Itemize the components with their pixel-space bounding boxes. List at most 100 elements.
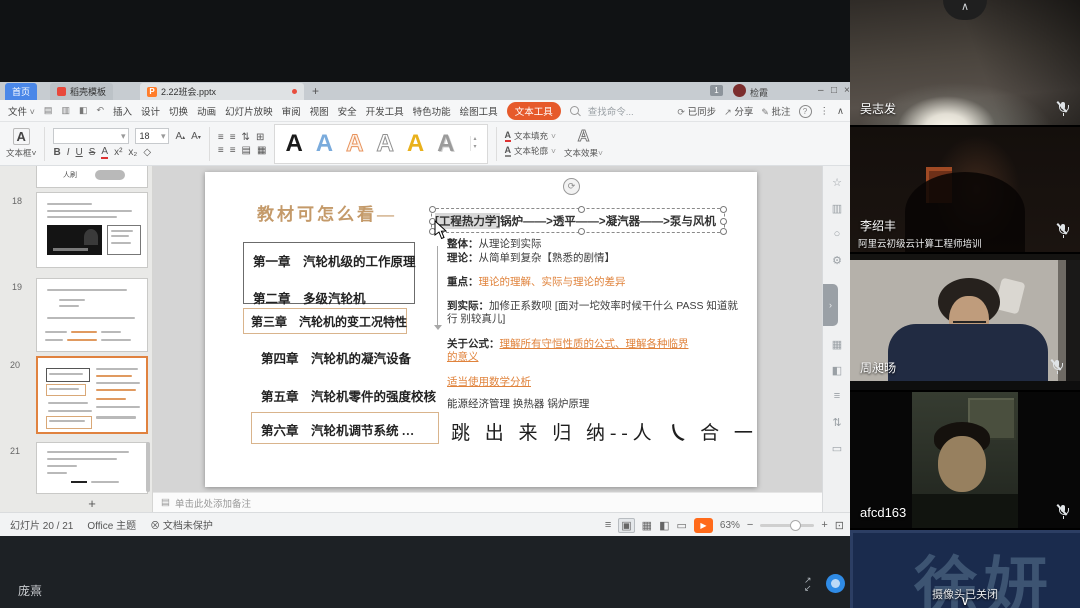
collapse-ribbon-icon[interactable]: ∧ xyxy=(837,106,844,117)
print-icon[interactable]: ▥ xyxy=(61,105,70,116)
slide-text-overall[interactable]: 整体：从理论到实际 xyxy=(447,238,739,251)
menu-review[interactable]: 审阅 xyxy=(282,104,301,118)
menu-animation[interactable]: 动画 xyxy=(197,104,216,118)
chapter-line[interactable]: 第四章 汽轮机的凝汽设备 xyxy=(261,348,411,367)
share-button[interactable]: ↗ 分享 xyxy=(724,104,753,118)
subscript-button[interactable]: x₂ xyxy=(128,147,137,158)
shape-icon[interactable]: ○ xyxy=(823,228,851,240)
print-preview-icon[interactable]: ◧ xyxy=(79,105,88,116)
menu-slideshow[interactable]: 幻灯片放映 xyxy=(225,104,273,118)
menu-file[interactable]: 文件 ˅ xyxy=(8,104,35,118)
video-tile-4[interactable]: afcd163 xyxy=(850,392,1080,528)
video-tile-2[interactable]: 李绍丰 阿里云初级云计算工程师培训 xyxy=(850,127,1080,252)
play-slideshow-button[interactable]: ▶ xyxy=(694,518,713,533)
user-avatar[interactable] xyxy=(733,84,746,97)
frame-icon[interactable]: ▭ xyxy=(823,442,851,455)
menu-transition[interactable]: 切换 xyxy=(169,104,188,118)
chapter-line[interactable]: 第三章 汽轮机的变工况特性 xyxy=(251,313,407,330)
fullscreen-expand-icon[interactable]: ↗↙ xyxy=(804,576,820,592)
line-spacing-icon[interactable]: ⇅ xyxy=(242,132,250,143)
slide-text-theory[interactable]: 理论：从简单到复杂【熟悉的剧情】 xyxy=(447,252,739,265)
layout-icon[interactable]: ▥ xyxy=(823,202,851,215)
increase-font-icon[interactable]: A▴ xyxy=(175,131,185,142)
video-tile-3[interactable]: 周昶旸 xyxy=(850,254,1080,390)
thumbnail-slide-21[interactable] xyxy=(36,442,148,494)
underline-button[interactable]: U xyxy=(76,147,83,158)
selection-handle[interactable] xyxy=(720,218,727,225)
textbox-button[interactable]: A 文本框˅ xyxy=(6,128,36,159)
restore-button[interactable]: □ xyxy=(831,85,837,96)
notes-bar[interactable]: ▤ 单击此处添加备注 xyxy=(153,492,822,512)
thumbnail-slide-17-partial[interactable]: 人刷 xyxy=(36,166,148,188)
wordart-style-1[interactable]: A xyxy=(285,132,302,156)
thumbnail-slide-19[interactable] xyxy=(36,278,148,352)
zoom-level[interactable]: 63% xyxy=(720,520,740,531)
font-family-combo[interactable]: ▾ xyxy=(53,128,129,144)
protect-status[interactable]: ⊗ 文档未保护 xyxy=(150,517,213,532)
video-tile-5[interactable]: 徐妍 摄像头已关闭 ∨ xyxy=(850,530,1080,608)
zoom-in-icon[interactable]: + xyxy=(821,519,827,531)
distribute-icon[interactable]: ≡ xyxy=(230,145,236,156)
selection-handle[interactable] xyxy=(720,228,727,235)
normal-view-icon[interactable]: ▣ xyxy=(618,518,634,533)
grid-icon[interactable]: ▦ xyxy=(823,338,851,351)
font-size-combo[interactable]: 18▾ xyxy=(135,128,169,144)
zoom-slider-knob[interactable] xyxy=(790,520,801,531)
strikethrough-button[interactable]: S xyxy=(89,147,96,158)
theme-name[interactable]: Office 主题 xyxy=(87,517,136,532)
rotate-handle-icon[interactable]: ⟳ xyxy=(563,178,580,195)
slide-title[interactable]: 教材可怎么看— xyxy=(257,200,397,225)
slide-text-key[interactable]: 重点：理论的理解、实际与理论的差异 xyxy=(447,276,739,289)
fit-slide-icon[interactable]: ⊡ xyxy=(835,519,844,532)
text-fill-button[interactable]: A 文本填充˅ xyxy=(505,130,556,142)
numbering-icon[interactable]: ▦ xyxy=(257,145,266,156)
slide-text-math[interactable]: 适当使用数学分析 xyxy=(447,376,739,389)
selected-textbox[interactable]: [工程热力学] 锅炉——>透平——>凝汽器——>泵与风机 xyxy=(431,208,725,233)
save-icon[interactable]: ▤ xyxy=(44,105,53,116)
list-icon[interactable]: ≡ xyxy=(823,390,851,402)
wordart-style-6[interactable]: A xyxy=(437,132,454,156)
slide-20[interactable]: 教材可怎么看— ⟳ 第一章 汽轮机级的工作原理 第二章 多级汽轮机 第三章 汽轮… xyxy=(205,172,757,487)
comment-button[interactable]: ✎ 批注 xyxy=(761,104,790,118)
search-command-input[interactable]: 查找命令... xyxy=(588,104,634,118)
thumbnail-slide-18[interactable] xyxy=(36,192,148,268)
clear-format-button[interactable]: ◇ xyxy=(143,147,151,158)
chapter-line[interactable]: 第二章 多级汽轮机 xyxy=(253,288,366,307)
superscript-button[interactable]: x² xyxy=(114,147,122,158)
gallery-scroll[interactable]: ▴▾ xyxy=(470,136,477,150)
align-left-icon[interactable]: ≡ xyxy=(218,132,224,143)
add-slide-button[interactable]: + xyxy=(36,496,148,511)
align-center-icon[interactable]: ≡ xyxy=(230,132,236,143)
more-icon[interactable]: ⋮ xyxy=(820,106,830,117)
bold-button[interactable]: B xyxy=(53,147,60,158)
chevron-down-icon[interactable]: ∨ xyxy=(850,594,1080,608)
menu-devtools[interactable]: 开发工具 xyxy=(366,104,404,118)
selection-handle[interactable] xyxy=(578,228,585,235)
tab-docer[interactable]: 稻壳模板 xyxy=(50,83,113,100)
menu-features[interactable]: 特色功能 xyxy=(413,104,451,118)
columns-icon[interactable]: ⊞ xyxy=(256,132,264,143)
wordart-style-4[interactable]: A xyxy=(376,132,393,156)
slide-text-extra[interactable]: 能源经济管理 换热器 锅炉原理 xyxy=(447,398,739,411)
menu-design[interactable]: 设计 xyxy=(141,104,160,118)
decrease-font-icon[interactable]: A▾ xyxy=(191,131,201,142)
new-tab-button[interactable]: + xyxy=(312,84,319,98)
close-button[interactable]: × xyxy=(844,85,850,96)
slide-sorter-icon[interactable]: ▦ xyxy=(642,519,652,532)
slide-text-practice[interactable]: 到实际：加修正系数呗 [面对一坨效率时候干什么 PASS 知道就行 别较真儿] xyxy=(447,300,739,326)
chapter-line[interactable]: 第一章 汽轮机级的工作原理 xyxy=(253,251,416,270)
selection-handle[interactable] xyxy=(720,206,727,213)
undo-icon[interactable]: ↶ xyxy=(96,105,104,116)
menu-security[interactable]: 安全 xyxy=(338,104,357,118)
selection-handle[interactable] xyxy=(578,206,585,213)
panel-collapse-handle[interactable]: › xyxy=(823,284,838,326)
chapter-line[interactable]: 第五章 汽轮机零件的强度校核 xyxy=(261,386,436,405)
chapter-line[interactable]: 第六章 汽轮机调节系统 … xyxy=(261,420,414,439)
wordart-style-5[interactable]: A xyxy=(407,132,424,156)
slide-text-formula[interactable]: 关于公式：理解所有守恒性质的公式、理解各种临界的意义 xyxy=(447,338,697,364)
sync-status[interactable]: ⟳ 已同步 xyxy=(677,104,716,118)
minimize-button[interactable]: – xyxy=(818,85,824,96)
menu-texttools-active[interactable]: 文本工具 xyxy=(507,102,561,120)
recommend-icon[interactable]: ☆ xyxy=(823,176,851,189)
zoom-out-icon[interactable]: − xyxy=(747,519,753,531)
